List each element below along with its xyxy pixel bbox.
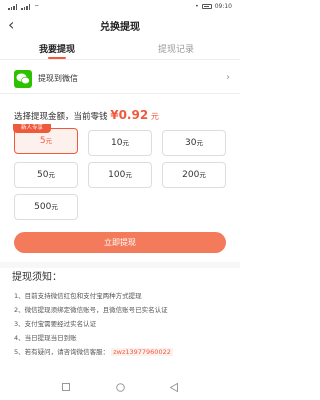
amount-option-200[interactable]: 200元 <box>162 162 226 188</box>
triangle-back-icon[interactable] <box>169 382 178 395</box>
header: ‹ 兑换提现 <box>0 14 240 38</box>
withdraw-method-wechat[interactable]: 提现到微信 › <box>0 64 240 94</box>
amount-unit: 元 <box>51 203 58 211</box>
clock-time: 09:10 <box>214 3 232 10</box>
amount-value: 200 <box>182 170 200 180</box>
new-user-badge: 新人专享 <box>13 124 51 133</box>
amount-option-30[interactable]: 30元 <box>162 130 226 156</box>
note-item: 1、目前支持微信红包和支付宝两种方式提现 <box>14 292 142 300</box>
wechat-service-id[interactable]: zwz13977960022 <box>111 348 173 356</box>
status-bar: ⌔ • 09:10 <box>0 0 240 14</box>
amount-option-50[interactable]: 50元 <box>14 162 78 188</box>
amount-unit: 元 <box>125 171 132 179</box>
amount-unit: 元 <box>45 137 53 145</box>
note-item: 2、微信提现须绑定微信账号，且微信账号已实名认证 <box>14 306 168 314</box>
note-contact-label: 5、若有疑问，请咨询微信客服： <box>14 348 110 356</box>
amount-unit: 元 <box>196 139 203 147</box>
balance-line: 选择提现金额，当前零钱 ¥0.92 元 <box>14 108 159 122</box>
amount-value: 50 <box>37 170 49 180</box>
amount-unit: 元 <box>122 139 129 147</box>
tab-records[interactable]: 提现记录 <box>158 42 194 55</box>
amount-unit: 元 <box>199 171 206 179</box>
system-nav-bar <box>0 378 240 400</box>
balance-currency: ¥ <box>110 108 119 122</box>
amount-value: 10 <box>111 138 123 148</box>
bell-icon: • <box>195 3 199 10</box>
wifi-icon: ⌔ <box>34 4 40 11</box>
note-item-contact: 5、若有疑问，请咨询微信客服： zwz13977960022 <box>14 346 173 356</box>
note-item: 3、支付宝需要经过实名认证 <box>14 320 97 328</box>
withdraw-submit-button[interactable]: 立即提现 <box>14 232 226 253</box>
tab-bar: 我要提现 提现记录 <box>0 38 240 60</box>
amount-unit: 元 <box>48 171 55 179</box>
wechat-icon <box>14 70 32 88</box>
wechat-label: 提现到微信 <box>38 74 78 83</box>
circle-icon[interactable] <box>116 383 125 395</box>
signal-icon <box>8 4 18 10</box>
balance-prefix: 选择提现金额，当前零钱 <box>14 112 108 122</box>
page-title: 兑换提现 <box>100 22 140 33</box>
tab-indicator <box>48 57 66 59</box>
amount-option-500[interactable]: 500元 <box>14 194 78 220</box>
signal-icon <box>21 4 31 10</box>
amount-value: 500 <box>34 202 52 212</box>
notes-title: 提现须知： <box>12 272 62 283</box>
amount-value: 100 <box>108 170 126 180</box>
balance-unit: 元 <box>150 112 159 121</box>
square-icon[interactable] <box>62 383 70 394</box>
note-item: 4、当日提现当日到账 <box>14 334 77 342</box>
balance-value: 0.92 <box>118 108 149 122</box>
tab-withdraw[interactable]: 我要提现 <box>39 42 75 55</box>
amount-option-100[interactable]: 100元 <box>88 162 152 188</box>
battery-icon <box>201 4 212 9</box>
chevron-right-icon: › <box>226 72 230 83</box>
amount-value: 30 <box>185 138 197 148</box>
amount-option-10[interactable]: 10元 <box>88 130 152 156</box>
